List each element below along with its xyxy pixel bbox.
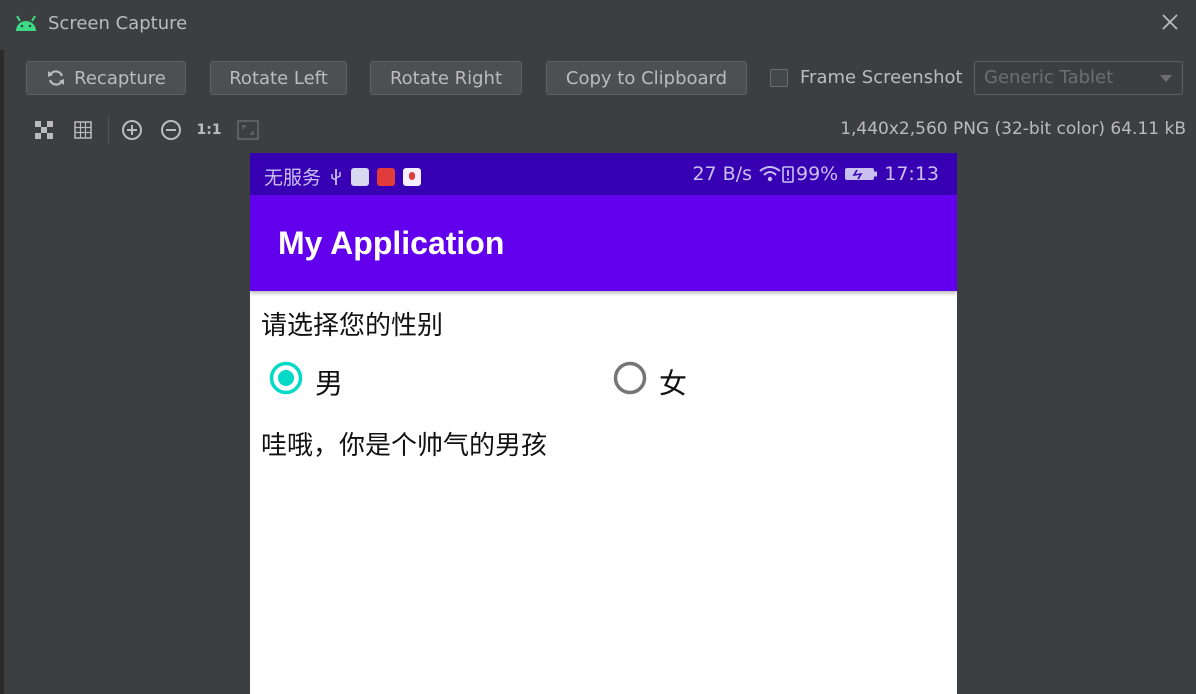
wifi-icon bbox=[759, 166, 781, 182]
device-frame-select[interactable]: Generic Tablet bbox=[974, 61, 1183, 95]
notification-app-icon bbox=[351, 167, 370, 186]
zoom-in-icon[interactable] bbox=[120, 118, 144, 142]
notification-app-icon bbox=[377, 167, 396, 186]
grid-icon[interactable] bbox=[71, 118, 95, 142]
gender-prompt: 请选择您的性别 bbox=[261, 311, 444, 341]
actual-size-button[interactable]: 1:1 bbox=[196, 118, 221, 142]
close-icon[interactable] bbox=[1160, 12, 1180, 32]
zoom-out-icon[interactable] bbox=[159, 118, 183, 142]
frame-screenshot-label: Frame Screenshot bbox=[800, 67, 963, 88]
window-titlebar: Screen Capture bbox=[0, 0, 1196, 48]
clock: 17:13 bbox=[884, 163, 939, 185]
checkerboard-icon[interactable] bbox=[32, 118, 56, 142]
usb-icon bbox=[331, 168, 341, 185]
network-speed: 27 B/s bbox=[692, 163, 752, 185]
chevron-down-icon bbox=[1160, 75, 1172, 82]
battery-alert-icon bbox=[782, 166, 794, 183]
app-bar: My Application bbox=[250, 195, 957, 291]
rotate-right-button[interactable]: Rotate Right bbox=[370, 61, 522, 95]
app-title: My Application bbox=[278, 225, 505, 261]
radio-male-label[interactable]: 男 bbox=[315, 362, 343, 402]
radio-male[interactable] bbox=[269, 361, 303, 395]
device-frame-value: Generic Tablet bbox=[984, 67, 1114, 88]
result-text: 哇哦，你是个帅气的男孩 bbox=[261, 431, 548, 461]
frame-screenshot-toggle[interactable]: Frame Screenshot bbox=[770, 67, 963, 88]
location-icon bbox=[403, 167, 422, 186]
image-info: 1,440x2,560 PNG (32-bit color) 64.11 kB bbox=[840, 119, 1186, 139]
refresh-icon bbox=[48, 70, 65, 86]
carrier-label: 无服务 bbox=[264, 167, 322, 189]
window-title: Screen Capture bbox=[48, 13, 188, 34]
frame-screenshot-checkbox[interactable] bbox=[770, 68, 788, 87]
android-icon bbox=[16, 15, 36, 31]
fit-screen-icon[interactable] bbox=[236, 118, 260, 142]
toolbar-separator bbox=[108, 116, 109, 144]
screenshot-preview: 无服务 27 B/s 99% 17:13 My Application 请选择您… bbox=[250, 153, 957, 694]
battery-percent: 99% bbox=[796, 163, 839, 185]
recapture-button[interactable]: Recapture bbox=[26, 61, 186, 95]
copy-to-clipboard-button[interactable]: Copy to Clipboard bbox=[546, 61, 747, 95]
rotate-left-button[interactable]: Rotate Left bbox=[210, 61, 347, 95]
radio-female-label[interactable]: 女 bbox=[659, 362, 687, 402]
recapture-label: Recapture bbox=[74, 67, 166, 89]
left-edge-panel bbox=[0, 50, 4, 694]
battery-icon bbox=[845, 168, 878, 180]
radio-female[interactable] bbox=[613, 361, 647, 395]
phone-status-bar: 无服务 27 B/s 99% 17:13 bbox=[250, 153, 957, 195]
